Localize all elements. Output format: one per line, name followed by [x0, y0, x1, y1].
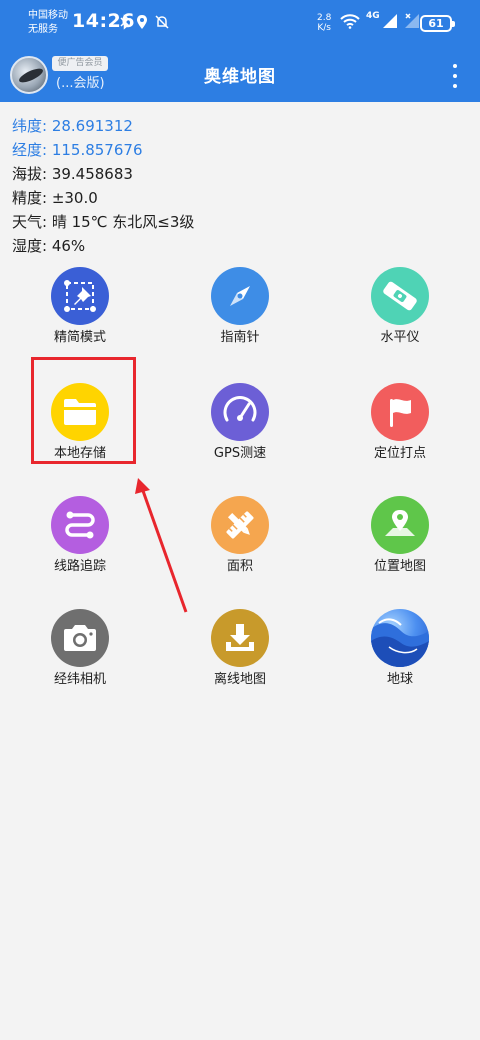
- map-pin-icon: [385, 510, 415, 536]
- grid-item-simple-mode[interactable]: 精简模式: [15, 264, 145, 360]
- grid-item-label: GPS测速: [213, 446, 267, 461]
- wifi-icon: [340, 14, 360, 29]
- globe-wave-icon: [371, 618, 429, 667]
- grid-item-icon-bg: [371, 609, 429, 667]
- location-info-panel: 纬度: 28.691312 经度: 115.857676 海拔: 39.4586…: [12, 114, 472, 258]
- ruler-pencil-icon: [226, 511, 254, 539]
- annotation-arrow-icon: [135, 478, 188, 613]
- flag-icon: [390, 399, 411, 427]
- grid-item-location-map[interactable]: 位置地图: [335, 493, 465, 589]
- camera-icon: [64, 625, 96, 651]
- page-title: 奥维地图: [204, 67, 276, 87]
- bluetooth-icon: [120, 14, 130, 30]
- grid-item-icon-bg: [51, 267, 109, 325]
- grid-item-icon-bg: [371, 496, 429, 554]
- grid-item-label: 水平仪: [380, 330, 420, 345]
- grid-item-label: 离线地图: [213, 672, 266, 687]
- more-dot-icon: [453, 74, 457, 78]
- latitude-value[interactable]: 纬度: 28.691312: [12, 114, 472, 138]
- carrier-info: 中国移动 无服务: [28, 9, 68, 37]
- carrier-name: 中国移动: [28, 10, 68, 21]
- no-signal-icon: [404, 13, 419, 28]
- mute-bell-icon: [155, 15, 169, 29]
- longitude-value[interactable]: 经度: 115.857676: [12, 138, 472, 162]
- more-dot-icon: [453, 84, 457, 88]
- network-speed: 2.8 K/s: [317, 13, 332, 33]
- compass-icon: [230, 286, 250, 306]
- status-icons-right: 4G: [340, 11, 420, 29]
- level-icon: [383, 281, 417, 311]
- accuracy-value: 精度: ±30.0: [12, 189, 98, 207]
- grid-item-mark-location[interactable]: 定位打点: [335, 380, 465, 476]
- grid-item-icon-bg: [211, 383, 269, 441]
- network-type: 4G: [366, 11, 380, 21]
- grid-item-label: 定位打点: [373, 446, 426, 461]
- grid-item-icon-bg: [211, 609, 269, 667]
- grid-item-level[interactable]: 水平仪: [335, 264, 465, 360]
- grid-item-label: 经纬相机: [53, 672, 106, 687]
- grid-item-icon-bg: [371, 383, 429, 441]
- grid-item-coordinate-camera[interactable]: 经纬相机: [15, 606, 145, 702]
- weather-value: 天气: 晴 15℃ 东北风≤3级: [12, 213, 195, 231]
- app-bar: 便广告会员 (...会版) 奥维地图: [0, 48, 480, 102]
- grid-item-icon-bg: [51, 609, 109, 667]
- carrier-service: 无服务: [28, 24, 58, 35]
- grid-item-label: 地球: [386, 672, 413, 687]
- more-dot-icon: [453, 64, 457, 68]
- annotation-highlight-box: [31, 357, 136, 464]
- download-icon: [226, 624, 254, 651]
- grid-item-label: 指南针: [220, 330, 260, 345]
- signal-icon: [382, 14, 397, 28]
- location-icon: [137, 15, 147, 29]
- route-icon: [65, 511, 95, 539]
- grid-item-icon-bg: [211, 496, 269, 554]
- altitude-value: 海拔: 39.458683: [12, 165, 133, 183]
- pin-ruler-icon: [64, 280, 96, 312]
- grid-item-icon-bg: [211, 267, 269, 325]
- grid-item-label: 位置地图: [373, 559, 426, 574]
- status-icons-left: [120, 14, 170, 30]
- grid-item-label: 精简模式: [53, 330, 106, 345]
- speedometer-icon: [223, 396, 257, 422]
- more-menu-button[interactable]: [448, 64, 462, 88]
- battery-indicator: 61: [420, 15, 455, 32]
- grid-item-icon-bg: [371, 267, 429, 325]
- grid-item-compass[interactable]: 指南针: [175, 264, 305, 360]
- status-bar: 中国移动 无服务 14:26 2.8 K/s 4G 61: [0, 0, 480, 48]
- grid-item-offline-map[interactable]: 离线地图: [175, 606, 305, 702]
- grid-item-globe[interactable]: 地球: [335, 606, 465, 702]
- grid-item-gps-speed[interactable]: GPS测速: [175, 380, 305, 476]
- grid-item-icon-bg: [51, 496, 109, 554]
- humidity-value: 湿度: 46%: [12, 237, 86, 255]
